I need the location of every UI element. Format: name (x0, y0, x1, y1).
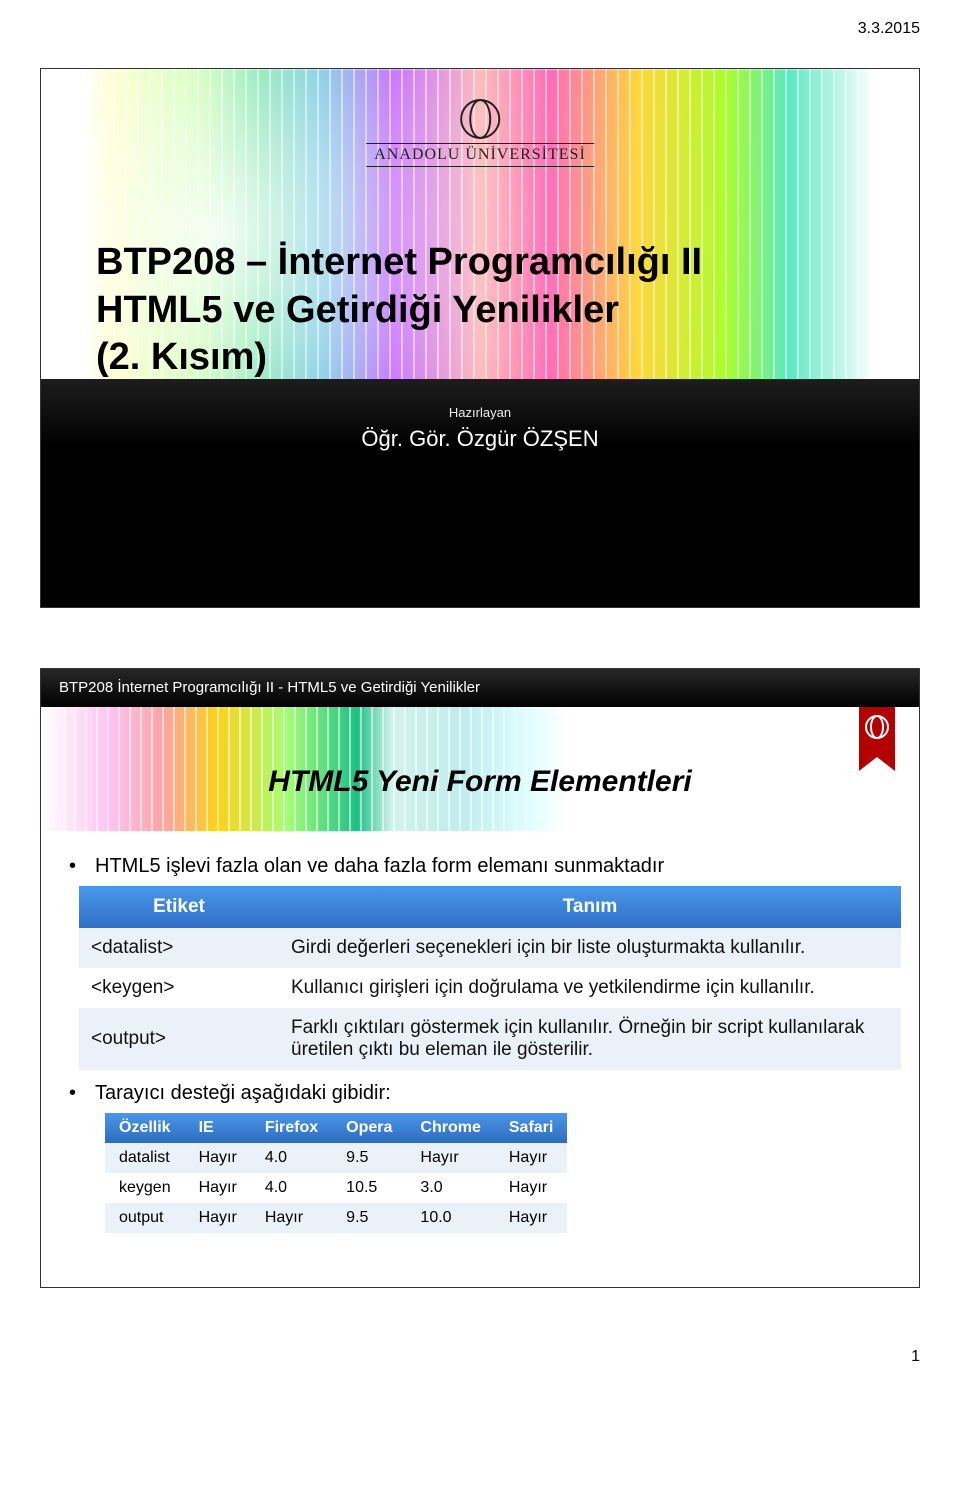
cell: output (105, 1203, 185, 1233)
cell: Hayır (495, 1143, 567, 1173)
slide2-body: HTML5 işlevi fazla olan ve daha fazla fo… (41, 829, 919, 1253)
author-name: Öğr. Gör. Özgür ÖZŞEN (41, 426, 919, 452)
table-row: keygen Hayır 4.0 10.5 3.0 Hayır (105, 1173, 567, 1203)
col-safari: Safari (495, 1113, 567, 1143)
page-date: 3.3.2015 (40, 20, 920, 38)
slide1-title-line2: HTML5 ve Getirdiği Yenilikler (96, 287, 864, 335)
cell: 9.5 (332, 1143, 406, 1173)
cell: 4.0 (251, 1143, 332, 1173)
page-number: 1 (40, 1348, 920, 1366)
cell: Hayır (185, 1203, 251, 1233)
cell: 4.0 (251, 1173, 332, 1203)
slide2-header-area: BTP208 İnternet Programcılığı II - HTML5… (41, 669, 919, 829)
cell: 9.5 (332, 1203, 406, 1233)
col-tanim: Tanım (279, 886, 901, 928)
cell-desc: Farklı çıktıları göstermek için kullanıl… (279, 1008, 901, 1070)
cell: 10.0 (406, 1203, 494, 1233)
cell-desc: Girdi değerleri seçenekleri için bir lis… (279, 928, 901, 968)
elements-table: Etiket Tanım <datalist> Girdi değerleri … (79, 886, 901, 1070)
table-header-row: Özellik IE Firefox Opera Chrome Safari (105, 1113, 567, 1143)
browser-support-table: Özellik IE Firefox Opera Chrome Safari d… (105, 1113, 567, 1233)
col-ie: IE (185, 1113, 251, 1143)
cell: Hayır (185, 1143, 251, 1173)
cell: Hayır (406, 1143, 494, 1173)
cell: Hayır (495, 1203, 567, 1233)
slide2-title: HTML5 Yeni Form Elementleri (41, 765, 919, 799)
prepared-by-label: Hazırlayan (41, 405, 919, 420)
table-row: output Hayır Hayır 9.5 10.0 Hayır (105, 1203, 567, 1233)
cell: Hayır (185, 1173, 251, 1203)
table-header-row: Etiket Tanım (79, 886, 901, 928)
table-row: <datalist> Girdi değerleri seçenekleri i… (79, 928, 901, 968)
table-row: <keygen> Kullanıcı girişleri için doğrul… (79, 968, 901, 1008)
col-opera: Opera (332, 1113, 406, 1143)
table-row: datalist Hayır 4.0 9.5 Hayır Hayır (105, 1143, 567, 1173)
globe-icon (460, 99, 500, 139)
globe-icon (865, 715, 889, 739)
cell: Hayır (495, 1173, 567, 1203)
cell: 3.0 (406, 1173, 494, 1203)
col-etiket: Etiket (79, 886, 279, 928)
slide1-title-line3: (2. Kısım) (96, 334, 864, 382)
slide1-title-line1: BTP208 – İnternet Programcılığı II (96, 239, 864, 287)
university-logo: ANADOLU ÜNİVERSİTESİ (366, 99, 594, 167)
col-chrome: Chrome (406, 1113, 494, 1143)
slide1-footer-band: Hazırlayan Öğr. Gör. Özgür ÖZŞEN (41, 379, 919, 607)
cell-desc: Kullanıcı girişleri için doğrulama ve ye… (279, 968, 901, 1008)
bullet-intro: HTML5 işlevi fazla olan ve daha fazla fo… (69, 855, 891, 878)
slide-2: BTP208 İnternet Programcılığı II - HTML5… (40, 668, 920, 1288)
cell: 10.5 (332, 1173, 406, 1203)
cell: keygen (105, 1173, 185, 1203)
col-firefox: Firefox (251, 1113, 332, 1143)
slide-1: ANADOLU ÜNİVERSİTESİ BTP208 – İnternet P… (40, 68, 920, 608)
cell-tag: <output> (79, 1008, 279, 1070)
cell: datalist (105, 1143, 185, 1173)
col-ozellik: Özellik (105, 1113, 185, 1143)
ribbon-bookmark (859, 707, 895, 757)
bullet-browser-support: Tarayıcı desteği aşağıdaki gibidir: (69, 1082, 891, 1105)
university-name: ANADOLU ÜNİVERSİTESİ (366, 143, 594, 167)
table-row: <output> Farklı çıktıları göstermek için… (79, 1008, 901, 1070)
cell: Hayır (251, 1203, 332, 1233)
slide2-breadcrumb-bar: BTP208 İnternet Programcılığı II - HTML5… (41, 669, 919, 707)
cell-tag: <keygen> (79, 968, 279, 1008)
slide2-breadcrumb: BTP208 İnternet Programcılığı II - HTML5… (59, 679, 480, 696)
cell-tag: <datalist> (79, 928, 279, 968)
